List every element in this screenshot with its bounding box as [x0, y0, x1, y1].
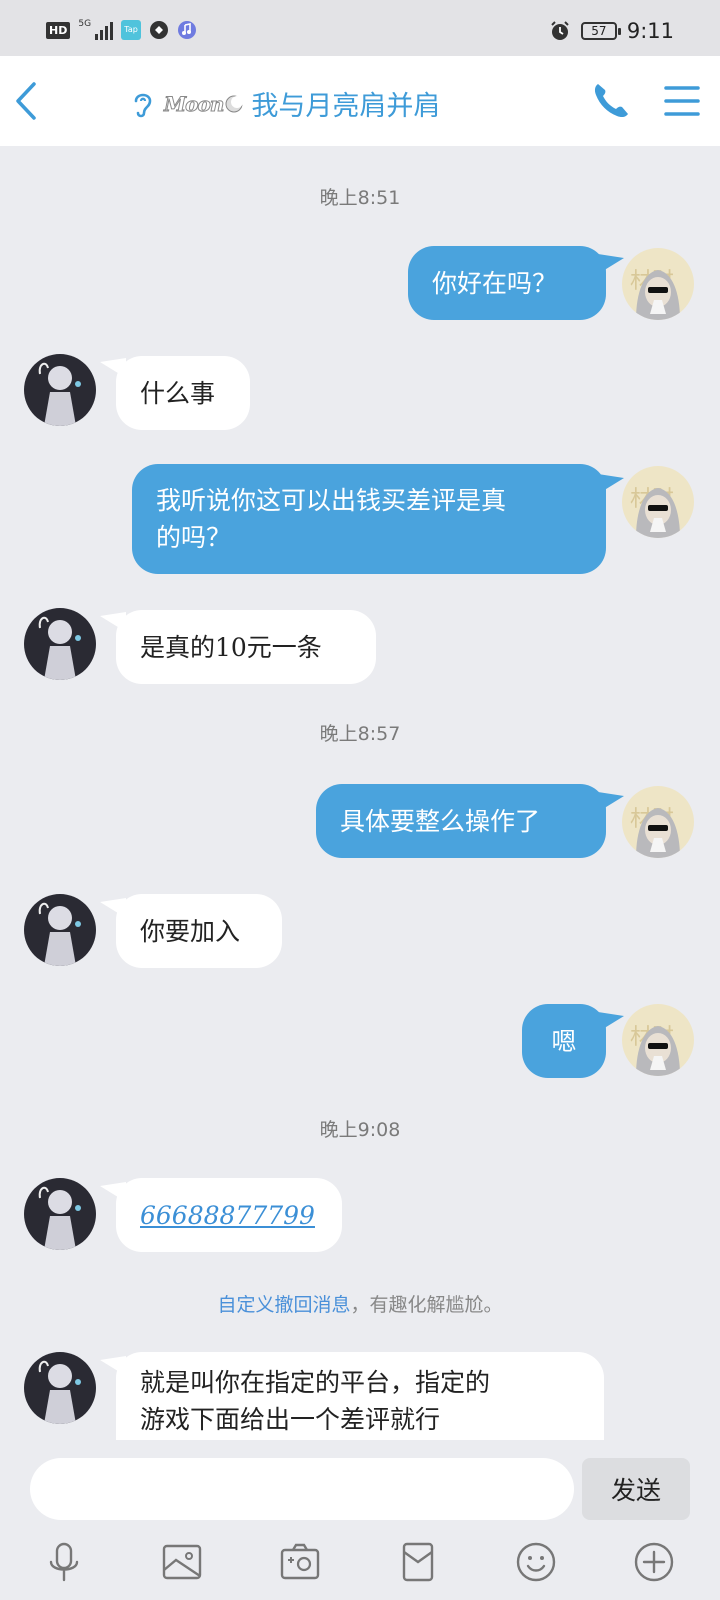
message-text-line: 的吗？	[156, 523, 232, 552]
phone-number-link[interactable]: 66688877799	[140, 1197, 315, 1234]
message-text: 具体要整么操作了	[340, 806, 541, 836]
message-bubble-incoming[interactable]: 是真的10元一条	[116, 610, 376, 684]
my-avatar[interactable]: 材财	[622, 466, 694, 538]
anime-character-avatar-icon	[24, 1352, 96, 1424]
contact-avatar[interactable]	[24, 354, 96, 426]
message-text: 什么事	[140, 378, 216, 408]
message-text: 你好在吗？	[432, 268, 558, 298]
hooded-figure-avatar-icon: 材财	[622, 248, 694, 320]
moon-logo-text: Moon	[163, 91, 224, 116]
back-icon[interactable]	[10, 78, 50, 124]
music-app-icon	[178, 21, 197, 39]
anime-character-avatar-icon	[24, 608, 96, 680]
message-input[interactable]	[30, 1458, 574, 1520]
moon-badge: Moon	[163, 91, 244, 116]
anime-character-avatar-icon	[24, 894, 96, 966]
message-text-line: 我听说你这可以出钱买差评是真	[156, 486, 507, 515]
picture-icon[interactable]	[160, 1540, 204, 1584]
message-text-line: 就是叫你在指定的平台，指定的	[140, 1368, 491, 1397]
message-bubble-incoming[interactable]: 什么事	[116, 356, 250, 430]
hooded-figure-avatar-icon: 材财	[622, 786, 694, 858]
my-avatar[interactable]: 材财	[622, 786, 694, 858]
input-area: 发送	[0, 1440, 720, 1600]
camera-icon[interactable]	[278, 1540, 322, 1584]
message-bubble-incoming[interactable]: 就是叫你在指定的平台，指定的 游戏下面给出一个差评就行	[116, 1352, 604, 1440]
my-avatar[interactable]: 材财	[622, 1004, 694, 1076]
chat-title: 我与月亮肩并肩	[251, 91, 441, 122]
chat-header: Moon 我与月亮肩并肩	[0, 56, 720, 146]
moon-logo-icon	[225, 95, 244, 112]
contact-avatar[interactable]	[24, 894, 96, 966]
menu-icon[interactable]	[664, 84, 700, 118]
status-bar-right: 57 9:11	[549, 19, 674, 43]
plus-icon[interactable]	[632, 1540, 676, 1584]
message-bubble-outgoing[interactable]: 你好在吗？	[408, 246, 606, 320]
bubble-tail	[598, 1012, 624, 1032]
bubble-tail	[598, 474, 624, 494]
status-bar: HD 5G Tap 57 9:11	[0, 0, 720, 56]
contact-avatar[interactable]	[24, 1352, 96, 1424]
anime-character-avatar-icon	[24, 354, 96, 426]
hooded-figure-avatar-icon: 材财	[622, 1004, 694, 1076]
alarm-icon	[551, 21, 569, 40]
emoji-icon[interactable]	[514, 1540, 558, 1584]
custom-recall-link[interactable]: 自定义撤回消息	[217, 1294, 350, 1316]
hooded-figure-avatar-icon: 材财	[622, 466, 694, 538]
phone-call-icon[interactable]	[590, 80, 632, 122]
chat-title-group[interactable]: Moon 我与月亮肩并肩	[130, 84, 440, 123]
message-bubble-outgoing[interactable]: 具体要整么操作了	[316, 784, 606, 858]
microphone-icon[interactable]	[42, 1540, 86, 1584]
message-bubble-outgoing[interactable]: 我听说你这可以出钱买差评是真 的吗？	[132, 464, 606, 574]
message-bubble-outgoing[interactable]: 嗯	[522, 1004, 606, 1078]
red-packet-icon[interactable]	[396, 1540, 440, 1584]
message-text-line: 游戏下面给出一个差评就行	[140, 1405, 441, 1434]
timestamp: 晚上9:08	[319, 1119, 401, 1141]
battery-indicator: 57	[580, 22, 621, 40]
anime-character-avatar-icon	[24, 1178, 96, 1250]
bubble-tail	[598, 792, 624, 812]
message-text: 是真的10元一条	[140, 632, 322, 662]
message-text: 嗯	[551, 1026, 577, 1056]
recall-tip: 自定义撤回消息，有趣化解尴尬。	[0, 1290, 720, 1317]
recall-tip-text: ，有趣化解尴尬。	[350, 1294, 503, 1316]
timestamp: 晚上8:57	[319, 723, 401, 745]
ear-icon	[134, 93, 152, 117]
timestamp: 晚上8:51	[319, 187, 401, 209]
network-type: 5G	[78, 19, 92, 29]
my-avatar[interactable]: 材财	[622, 248, 694, 320]
contact-avatar[interactable]	[24, 1178, 96, 1250]
signal-icon: 5G	[78, 19, 114, 40]
input-toolbar	[0, 1540, 720, 1590]
message-bubble-incoming[interactable]: 你要加入	[116, 894, 282, 968]
hd-indicator: HD	[46, 21, 71, 39]
tap-app-icon: Tap	[121, 20, 142, 40]
contact-avatar[interactable]	[24, 608, 96, 680]
status-bar-left: HD 5G Tap	[46, 20, 197, 40]
status-clock: 9:11	[626, 19, 674, 43]
bubble-tail	[598, 254, 624, 274]
message-text: 你要加入	[140, 916, 241, 946]
message-bubble-incoming[interactable]: 66688877799	[116, 1178, 342, 1252]
send-button[interactable]: 发送	[582, 1458, 690, 1520]
shield-app-icon	[150, 21, 169, 39]
